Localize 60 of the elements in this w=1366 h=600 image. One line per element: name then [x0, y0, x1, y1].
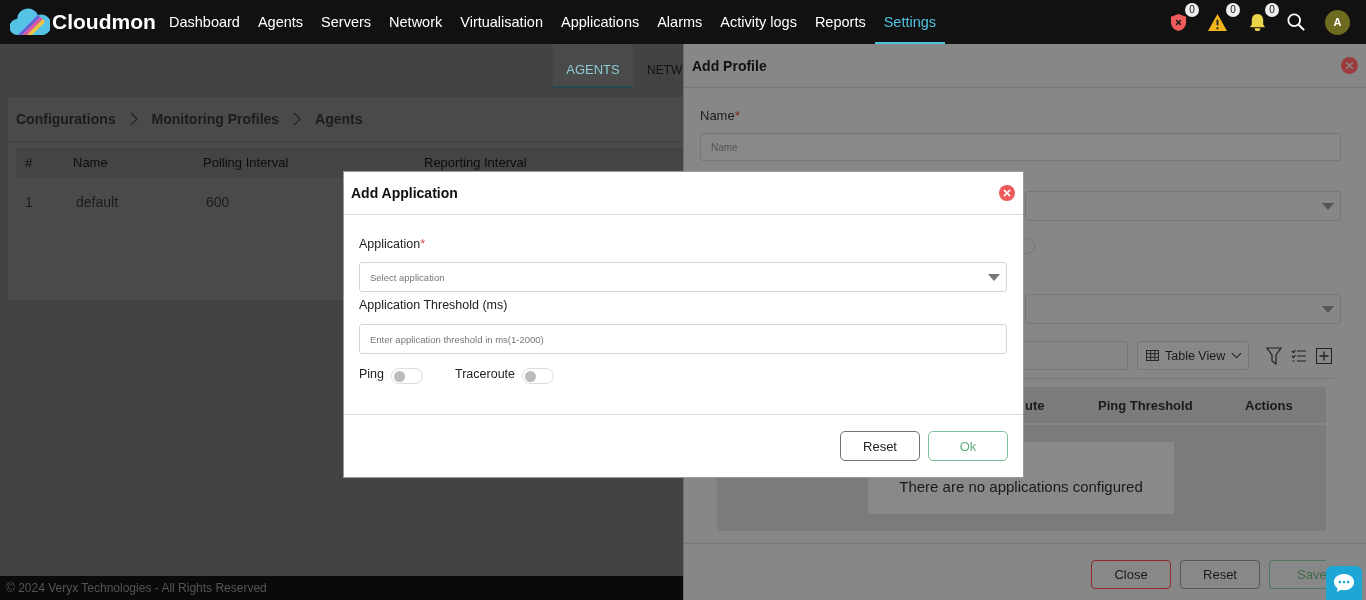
- field-label: Application*: [359, 237, 427, 253]
- dialog-title: Add Application: [351, 185, 458, 201]
- column-header: Actions: [1245, 397, 1293, 413]
- nav-link[interactable]: Settings: [874, 0, 946, 44]
- nav-link[interactable]: Reports: [805, 0, 875, 44]
- column-header: Polling Interval: [203, 154, 290, 170]
- threshold-field[interactable]: Enter application threshold in ms(1-2000): [359, 324, 1007, 354]
- filter-icon[interactable]: [1266, 346, 1283, 365]
- chevron-right-icon: [293, 112, 302, 126]
- toggle-label: Ping: [359, 367, 385, 381]
- caret-icon: [1322, 305, 1334, 313]
- close-icon[interactable]: [999, 185, 1015, 201]
- column-header: ute: [1025, 397, 1046, 413]
- reset-button[interactable]: Reset: [840, 431, 920, 461]
- nav-link[interactable]: Applications: [552, 0, 649, 44]
- copyright-text: © 2024 Veryx Technologies - All Rights Reserved: [6, 581, 267, 595]
- nav-link[interactable]: Virtualisation: [451, 0, 552, 44]
- column-header: Ping Threshold: [1098, 397, 1194, 413]
- nav-link[interactable]: Dashboard: [160, 0, 249, 44]
- search-field[interactable]: [1025, 341, 1128, 370]
- count-badge: 0: [1185, 2, 1199, 17]
- shield-icon[interactable]: [1170, 12, 1187, 32]
- count-badge: 0: [1226, 2, 1240, 17]
- warning-icon[interactable]: [1207, 12, 1228, 32]
- chevron-right-icon: [129, 112, 138, 126]
- panel-title: Add Profile: [692, 57, 767, 74]
- caret-icon: [1322, 202, 1334, 210]
- nav-link[interactable]: Activity logs: [711, 0, 806, 44]
- column-header: Name: [73, 154, 109, 170]
- field-label: Name*: [700, 108, 740, 124]
- caret-icon: [988, 273, 1000, 281]
- select-field[interactable]: [1025, 294, 1341, 324]
- bell-icon[interactable]: [1248, 12, 1267, 32]
- checklist-icon[interactable]: [1291, 348, 1308, 363]
- column-header: #: [25, 154, 34, 170]
- column-header: Reporting Interval: [424, 154, 528, 170]
- tab[interactable]: AGENTS: [553, 44, 633, 88]
- nav-link[interactable]: Servers: [312, 0, 381, 44]
- chat-button[interactable]: [1326, 566, 1362, 600]
- chevron-down-icon: [1231, 352, 1243, 359]
- nav-link[interactable]: Agents: [248, 0, 313, 44]
- empty-message: There are no applications configured: [899, 478, 1143, 497]
- view-dropdown[interactable]: Table View: [1137, 341, 1250, 370]
- application-dropdown[interactable]: Select application: [359, 262, 1007, 292]
- brand-name: Cloudmon: [52, 10, 156, 34]
- chat-bubble-icon: [1333, 573, 1355, 593]
- add-icon[interactable]: [1316, 347, 1333, 364]
- nav-link[interactable]: Alarms: [648, 0, 712, 44]
- user-avatar[interactable]: A: [1325, 9, 1350, 35]
- nav-link[interactable]: Network: [380, 0, 452, 44]
- table-icon: [1146, 350, 1159, 361]
- select-field[interactable]: [1025, 191, 1341, 221]
- reset-button[interactable]: Reset: [1180, 560, 1260, 589]
- search-icon[interactable]: [1287, 13, 1305, 31]
- cloud-logo-icon: [10, 8, 50, 36]
- count-badge: 0: [1265, 2, 1279, 17]
- close-button[interactable]: Close: [1091, 560, 1171, 589]
- field-label: Application Threshold (ms): [359, 298, 509, 314]
- close-icon[interactable]: [1341, 57, 1358, 74]
- toggle-label: Traceroute: [455, 367, 515, 381]
